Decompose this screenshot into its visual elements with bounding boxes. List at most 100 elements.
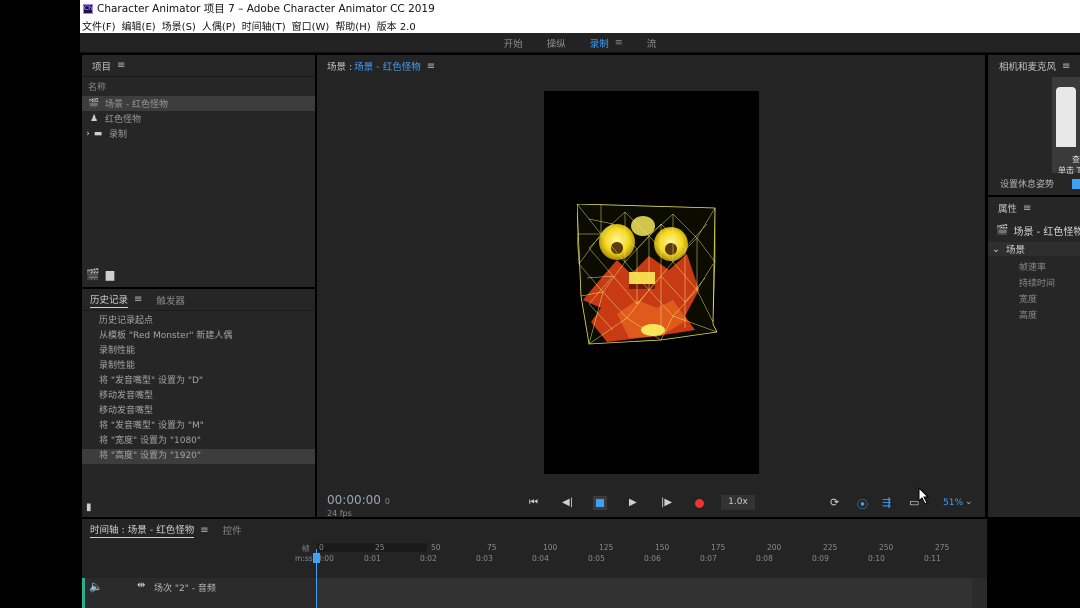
camera-menu-icon[interactable]: ≡ bbox=[1062, 61, 1070, 72]
time-tick: 0:11 bbox=[924, 554, 941, 563]
scene-menu-icon[interactable]: ≡ bbox=[427, 61, 435, 72]
menu-scene[interactable]: 场景(S) bbox=[162, 18, 196, 33]
frame-number: 0 bbox=[384, 497, 390, 506]
chevron-down-icon[interactable]: ⌄ bbox=[965, 497, 973, 507]
project-panel: 项目 ≡ 名称 🎬 场景 - 红色怪物 ♟ 红色怪物 › ▬ 录制 🎬 ▆ bbox=[82, 55, 315, 287]
properties-menu-icon[interactable]: ≡ bbox=[1023, 203, 1031, 214]
history-item[interactable]: 录制性能 bbox=[82, 359, 315, 374]
history-item[interactable]: 录制性能 bbox=[82, 344, 315, 359]
frame-tick: 175 bbox=[711, 543, 726, 552]
project-item-folder[interactable]: › ▬ 录制 bbox=[82, 126, 315, 141]
history-item-selected[interactable]: 将 "高度" 设置为 "1920" bbox=[82, 449, 315, 464]
frame-tick: 225 bbox=[823, 543, 838, 552]
clapper-icon: 🎬 bbox=[88, 98, 100, 109]
work-area-bar[interactable] bbox=[317, 543, 427, 552]
history-item[interactable]: 从模板 "Red Monster" 新建人偶 bbox=[82, 329, 315, 344]
project-menu-icon[interactable]: ≡ bbox=[117, 60, 125, 71]
scene-header: 场景 : 场景 - 红色怪物 ≡ bbox=[317, 55, 985, 77]
camera-toggle[interactable] bbox=[1072, 179, 1080, 189]
workspace-menu-icon[interactable]: ≡ bbox=[615, 37, 623, 48]
bookmark-icon[interactable]: ▮ bbox=[86, 502, 92, 513]
camera-title: 相机和麦克风 bbox=[999, 62, 1057, 73]
frame-tick: 100 bbox=[543, 543, 558, 552]
history-item[interactable]: 将 "发音嘴型" 设置为 "M" bbox=[82, 419, 315, 434]
mouse-cursor-icon bbox=[918, 487, 930, 505]
history-item[interactable]: 移动发音嘴型 bbox=[82, 404, 315, 419]
time-tick: 0:04 bbox=[532, 554, 549, 563]
menu-version[interactable]: 版本 2.0 bbox=[377, 18, 416, 33]
time-tick: 0:01 bbox=[364, 554, 381, 563]
scene-stage[interactable] bbox=[544, 91, 759, 474]
menu-timeline[interactable]: 时间轴(T) bbox=[242, 18, 286, 33]
project-item-puppet[interactable]: ♟ 红色怪物 bbox=[82, 111, 315, 126]
speaker-icon[interactable]: 🔈 bbox=[89, 580, 103, 593]
history-item[interactable]: 历史记录起点 bbox=[82, 314, 315, 329]
new-folder-icon[interactable]: ▆ bbox=[106, 268, 114, 281]
timeline-menu-icon[interactable]: ≡ bbox=[200, 525, 208, 536]
new-scene-icon[interactable]: 🎬 bbox=[86, 268, 100, 281]
timecode-display[interactable]: 00:00:00 0 bbox=[327, 493, 390, 507]
record-button[interactable] bbox=[695, 499, 704, 508]
frame-tick: 275 bbox=[935, 543, 950, 552]
prop-frame-rate: 帧速率 bbox=[1019, 263, 1047, 273]
tab-history[interactable]: 历史记录 bbox=[90, 292, 129, 308]
prop-height: 高度 bbox=[1019, 311, 1038, 321]
track-header[interactable]: 🔈 ⇹ 场次 "2" - 音频 bbox=[82, 578, 316, 608]
frame-tick: 25 bbox=[375, 543, 385, 552]
timeline-ruler[interactable]: 帧 0 25 50 75 100 125 150 175 200 225 250… bbox=[82, 541, 987, 575]
workspace-rig[interactable]: 操纵 bbox=[547, 36, 566, 50]
properties-title: 属性 bbox=[998, 204, 1018, 215]
zoom-level[interactable]: 51% bbox=[943, 498, 963, 508]
title-bar: Ch Character Animator 项目 7 – Adobe Chara… bbox=[80, 0, 1080, 17]
scene-panel: 场景 : 场景 - 红色怪物 ≡ 00:00:00 0 24 fps ⏮ ◀| … bbox=[317, 55, 985, 518]
menu-window[interactable]: 窗口(W) bbox=[292, 18, 330, 33]
frame-tick: 200 bbox=[767, 543, 782, 552]
history-item[interactable]: 移动发音嘴型 bbox=[82, 389, 315, 404]
frame-tick: 75 bbox=[487, 543, 497, 552]
timeline-track: 🔈 ⇹ 场次 "2" - 音频 bbox=[82, 578, 987, 608]
step-back-icon[interactable]: ◀| bbox=[562, 497, 573, 508]
frame-tick: 125 bbox=[599, 543, 614, 552]
fps-label: 24 fps bbox=[327, 509, 352, 518]
play-icon[interactable]: ▶ bbox=[629, 497, 637, 508]
folder-icon: ▬ bbox=[93, 128, 103, 139]
step-forward-icon[interactable]: |▶ bbox=[661, 497, 672, 508]
tab-controls[interactable]: 控件 bbox=[223, 523, 242, 537]
playback-speed[interactable]: 1.0x bbox=[721, 495, 755, 510]
menu-file[interactable]: 文件(F) bbox=[82, 18, 116, 33]
mesh-view-icon[interactable]: ⦿ bbox=[857, 496, 868, 512]
expand-arrows-icon[interactable]: ⇹ bbox=[137, 580, 145, 591]
history-menu-icon[interactable]: ≡ bbox=[134, 294, 142, 305]
project-item-scene[interactable]: 🎬 场景 - 红色怪物 bbox=[82, 96, 315, 111]
scene-name-link[interactable]: 场景 - 红色怪物 bbox=[354, 59, 420, 73]
left-black-margin bbox=[0, 0, 80, 608]
stream-output-icon[interactable]: ⇶ bbox=[882, 496, 891, 509]
time-tick: 0:08 bbox=[756, 554, 773, 563]
time-tick: 0:03 bbox=[476, 554, 493, 563]
track-lane[interactable] bbox=[316, 578, 972, 608]
frame-tick: 150 bbox=[655, 543, 670, 552]
properties-panel: 属性 ≡ 🎬 场景 - 红色怪物 ⌄ 场景 帧速率 持续时间 宽度 高度 bbox=[988, 197, 1080, 517]
properties-scene-section[interactable]: ⌄ 场景 bbox=[988, 242, 1080, 256]
monster-puppet-mesh[interactable] bbox=[577, 204, 717, 346]
scene-prefix: 场景 : bbox=[327, 62, 353, 73]
go-to-start-icon[interactable]: ⏮ bbox=[529, 497, 538, 508]
set-rest-pose-button[interactable]: 设置休息姿势 bbox=[992, 177, 1068, 193]
stop-button[interactable] bbox=[593, 496, 607, 510]
workspace-record[interactable]: 录制 bbox=[590, 36, 609, 50]
menu-help[interactable]: 帮助(H) bbox=[335, 18, 370, 33]
camera-overlay-text: 查 bbox=[1072, 155, 1080, 164]
menu-puppet[interactable]: 人偶(P) bbox=[202, 18, 236, 33]
project-name-column[interactable]: 名称 bbox=[82, 77, 315, 96]
workspace-start[interactable]: 开始 bbox=[504, 36, 523, 50]
tab-triggers[interactable]: 触发器 bbox=[156, 293, 185, 307]
playhead-line[interactable] bbox=[316, 549, 317, 608]
history-item[interactable]: 将 "宽度" 设置为 "1080" bbox=[82, 434, 315, 449]
workspace-stream[interactable]: 流 bbox=[647, 36, 657, 50]
history-item[interactable]: 将 "发音嘴型" 设置为 "D" bbox=[82, 374, 315, 389]
refresh-icon[interactable]: ⟳ bbox=[830, 496, 839, 509]
time-label: m:ss bbox=[295, 554, 313, 563]
menu-edit[interactable]: 编辑(E) bbox=[122, 18, 156, 33]
tab-timeline[interactable]: 时间轴 : 场景 - 红色怪物 bbox=[90, 522, 195, 538]
time-tick: 0:02 bbox=[420, 554, 437, 563]
